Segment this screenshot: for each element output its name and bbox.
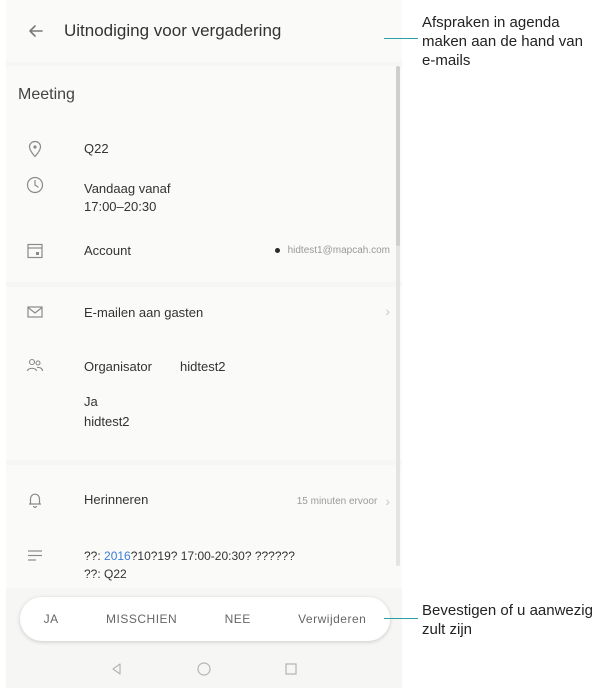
- maybe-button[interactable]: MISSCHIEN: [106, 612, 177, 626]
- description-prefix: ??:: [84, 549, 105, 563]
- account-row: Account hidtest1@mapcah.com: [6, 242, 402, 260]
- phone-screen: Uitnodiging voor vergadering Meeting Q22…: [6, 0, 402, 688]
- description-date-link[interactable]: 2016: [104, 549, 131, 563]
- nav-recents-icon[interactable]: [284, 662, 298, 676]
- chevron-right-icon: ›: [385, 303, 390, 319]
- location-pin-icon: [26, 140, 44, 158]
- description-rest: ?10?19? 17:00-20:30? ??????: [130, 549, 295, 563]
- description-lines-icon: [26, 547, 44, 565]
- description-line-2: ??: Q22: [84, 567, 127, 581]
- system-nav-bar: [6, 650, 402, 688]
- decline-button[interactable]: NEE: [225, 612, 251, 626]
- time-row: Vandaag vanaf 17:00–20:30: [6, 176, 402, 214]
- event-title: Meeting: [18, 86, 75, 103]
- account-value-wrap: hidtest1@mapcah.com: [274, 245, 390, 256]
- organizer-row: Organisator hidtest2: [6, 357, 402, 375]
- calendar-account-icon: [26, 242, 44, 260]
- reminder-value: 15 minuten ervoor: [296, 495, 378, 507]
- time-line-1: Vandaag vanaf: [84, 181, 171, 196]
- back-arrow-icon[interactable]: [14, 9, 58, 53]
- delete-button[interactable]: Verwijderen: [298, 612, 366, 626]
- attendee-response: Ja: [84, 394, 98, 409]
- account-email: hidtest1@mapcah.com: [287, 245, 390, 256]
- location-text: Q22: [84, 141, 109, 156]
- reminder-row[interactable]: Herinneren 15 minuten ervoor ›: [6, 491, 402, 509]
- organizer-label: Organisator: [84, 359, 152, 374]
- chevron-right-icon: ›: [385, 493, 390, 509]
- scrollbar-thumb[interactable]: [396, 66, 400, 246]
- guests-card: E-mailen aan gasten › Organisator hidtes…: [6, 287, 402, 460]
- people-icon: [26, 357, 44, 375]
- clock-icon: [26, 176, 44, 194]
- accept-button[interactable]: JA: [44, 612, 59, 626]
- time-line-2: 17:00–20:30: [84, 199, 157, 214]
- details-card: Herinneren 15 minuten ervoor › ??: 2016?…: [6, 465, 402, 588]
- callout-text-top: Afspraken in agenda maken aan de hand va…: [422, 14, 583, 69]
- email-guests-row[interactable]: E-mailen aan gasten ›: [6, 303, 402, 323]
- organizer-name: hidtest2: [180, 359, 226, 374]
- description-line-1: ??: 2016?10?19? 17:00-20:30? ??????: [84, 547, 295, 565]
- account-label: Account: [84, 243, 131, 258]
- event-info-card: Meeting Q22 Vandaag vanaf 17:00–20:30 Ac…: [6, 66, 402, 282]
- mail-icon: [26, 303, 44, 321]
- response-action-bar: JA MISSCHIEN NEE Verwijderen: [20, 597, 390, 641]
- app-header: Uitnodiging voor vergadering: [6, 0, 402, 62]
- description-row: ??: 2016?10?19? 17:00-20:30? ?????? ??: …: [6, 547, 402, 581]
- attendee-name: hidtest2: [84, 414, 130, 429]
- callout-line-bottom: [384, 618, 418, 619]
- email-guests-label: E-mailen aan gasten: [84, 305, 204, 320]
- callout-line-top: [384, 38, 418, 39]
- reminder-label: Herinneren: [84, 492, 149, 507]
- nav-home-icon[interactable]: [196, 661, 212, 677]
- bell-icon: [26, 491, 44, 509]
- page-title: Uitnodiging voor vergadering: [64, 21, 282, 40]
- callout-text-bottom: Bevestigen of u aanwezig zult zijn: [422, 602, 593, 638]
- account-color-dot: [274, 248, 280, 253]
- location-row: Q22: [6, 140, 402, 158]
- nav-back-icon[interactable]: [110, 662, 124, 676]
